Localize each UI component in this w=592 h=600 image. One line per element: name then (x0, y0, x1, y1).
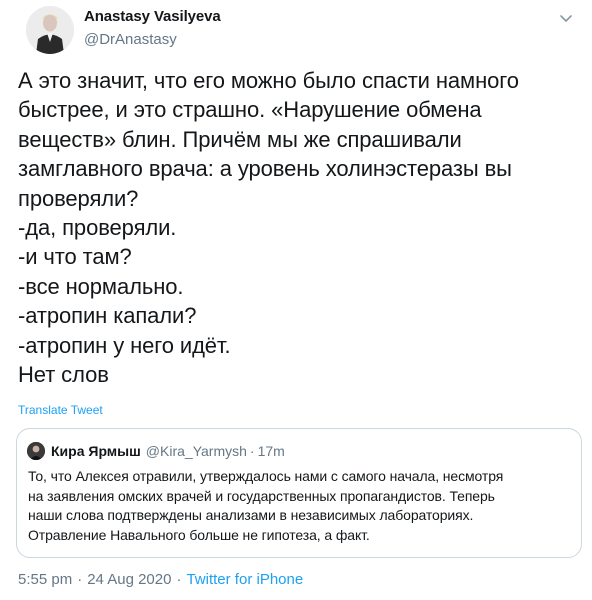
tweet-text-line: -да, проверяли. (18, 215, 177, 241)
quoted-timestamp: 17m (257, 443, 285, 459)
tweet-text-line: -все нормально. (18, 273, 184, 299)
quoted-text-line: То, что Алексея отравили, утверждалось н… (28, 468, 504, 484)
avatar-image (26, 6, 74, 54)
tweet-text-line: веществ» блин. Причём мы же спрашивали (18, 126, 462, 152)
quoted-author-avatar (27, 442, 45, 460)
tweet-text-line: проверяли? (18, 185, 139, 211)
quoted-text-line: наши слова подтверждены анализами в неза… (28, 507, 474, 523)
quoted-tweet[interactable]: Кира Ярмыш @Kira_Yarmysh · 17m То, что А… (16, 428, 582, 558)
tweet-text-line: -и что там? (18, 244, 132, 270)
footer-separator: · (77, 571, 83, 588)
quoted-separator: · (249, 443, 255, 459)
footer-separator: · (176, 571, 182, 588)
author-names: Anastasy Vasilyeva @DrAnastasy (84, 7, 221, 50)
tweet-source-link[interactable]: Twitter for iPhone (186, 571, 303, 588)
tweet-text-line: замглавного врача: а уровень холинэстера… (18, 156, 512, 182)
quoted-text-line: на заявления омских врачей и государстве… (28, 487, 495, 504)
translate-tweet-link[interactable]: Translate Tweet (18, 403, 103, 417)
quoted-author-handle: @Kira_Yarmysh (145, 443, 247, 459)
tweet-text-line: А это значит, что его можно было спасти … (18, 68, 519, 93)
tweet-text-line: Нет слов (18, 362, 109, 388)
tweet-header: Anastasy Vasilyeva @DrAnastasy (16, 6, 576, 54)
tweet-text-line: -атропин капали? (18, 303, 197, 329)
quoted-author-name: Кира Ярмыш (51, 443, 141, 459)
quoted-text-line: Отравление Навального больше не гипотеза… (28, 526, 370, 543)
tweet-footer: 5:55 pm · 24 Aug 2020 · Twitter for iPho… (18, 571, 303, 588)
author-display-name[interactable]: Anastasy Vasilyeva (84, 7, 221, 27)
tweet-text-line: -атропин у него идёт. (18, 332, 231, 358)
tweet-card: Anastasy Vasilyeva @DrAnastasy А это зна… (0, 0, 592, 600)
author-handle[interactable]: @DrAnastasy (84, 30, 221, 50)
chevron-down-icon[interactable] (558, 10, 574, 26)
quoted-tweet-text: То, что Алексея отравили, утверждалось н… (28, 467, 576, 545)
quoted-tweet-header: Кира Ярмыш @Kira_Yarmysh · 17m (27, 441, 285, 461)
tweet-date[interactable]: 24 Aug 2020 (87, 571, 171, 588)
tweet-time[interactable]: 5:55 pm (18, 571, 72, 588)
tweet-text-line: быстрее, и это страшно. «Нарушение обмен… (18, 97, 482, 123)
author-avatar[interactable] (26, 6, 74, 54)
tweet-text: А это значит, что его можно было спасти … (18, 66, 578, 389)
